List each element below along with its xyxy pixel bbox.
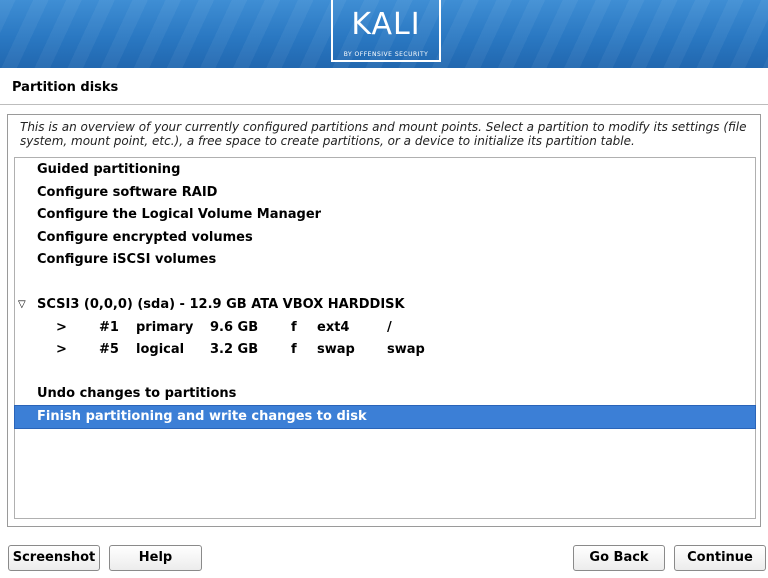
continue-button[interactable]: Continue [674, 545, 766, 571]
menu-item-label: Finish partitioning and write changes to… [37, 409, 367, 424]
screenshot-button[interactable]: Screenshot [8, 545, 100, 571]
partition-format-flag: f [291, 320, 297, 335]
page-title: Partition disks [12, 80, 119, 95]
menu-item-label: Configure software RAID [37, 185, 218, 200]
partition-format-flag: f [291, 342, 297, 357]
partition-size: 9.6 GB [210, 320, 259, 335]
description-text: This is an overview of your currently co… [20, 120, 747, 148]
menu-item-encrypted-volumes[interactable]: Configure encrypted volumes [15, 227, 755, 249]
title-divider [0, 104, 768, 105]
kali-banner: KALI BY OFFENSIVE SECURITY [0, 0, 768, 68]
logo-subtext: BY OFFENSIVE SECURITY [343, 51, 429, 58]
partition-mount-point: / [387, 320, 392, 335]
menu-item-lvm[interactable]: Configure the Logical Volume Manager [15, 204, 755, 226]
partition-filesystem: swap [317, 342, 355, 357]
partition-number: #1 [99, 320, 119, 335]
menu-item-software-raid[interactable]: Configure software RAID [15, 182, 755, 204]
disk-sda[interactable]: ▽ SCSI3 (0,0,0) (sda) - 12.9 GB ATA VBOX… [15, 294, 755, 316]
partition-filesystem: ext4 [317, 320, 350, 335]
disk-label: SCSI3 (0,0,0) (sda) - 12.9 GB ATA VBOX H… [37, 297, 405, 312]
menu-item-undo-changes[interactable]: Undo changes to partitions [15, 383, 755, 405]
logo-text: KALI [351, 7, 421, 42]
menu-item-label: Configure iSCSI volumes [37, 252, 217, 267]
partition-type: logical [136, 342, 185, 357]
menu-item-label: Configure the Logical Volume Manager [37, 207, 322, 222]
partition-arrow-icon: > [56, 320, 67, 335]
partition-row-1[interactable]: > #1 primary 9.6 GB f ext4 / [15, 317, 755, 339]
partition-row-5[interactable]: > #5 logical 3.2 GB f swap swap [15, 339, 755, 361]
menu-item-guided-partitioning[interactable]: Guided partitioning [15, 159, 755, 181]
help-button[interactable]: Help [109, 545, 202, 571]
partition-number: #5 [99, 342, 119, 357]
partition-mount-point: swap [387, 342, 425, 357]
expand-triangle-icon: ▽ [18, 299, 26, 310]
partition-size: 3.2 GB [210, 342, 259, 357]
partition-type: primary [136, 320, 194, 335]
go-back-button[interactable]: Go Back [573, 545, 665, 571]
menu-item-label: Guided partitioning [37, 162, 181, 177]
partition-arrow-icon: > [56, 342, 67, 357]
menu-item-label: Configure encrypted volumes [37, 230, 253, 245]
kali-logo: KALI BY OFFENSIVE SECURITY [331, 0, 441, 62]
menu-item-finish-partitioning[interactable]: Finish partitioning and write changes to… [14, 405, 756, 429]
menu-item-label: Undo changes to partitions [37, 386, 237, 401]
menu-item-iscsi-volumes[interactable]: Configure iSCSI volumes [15, 249, 755, 271]
partition-list[interactable]: Guided partitioning Configure software R… [14, 157, 756, 519]
